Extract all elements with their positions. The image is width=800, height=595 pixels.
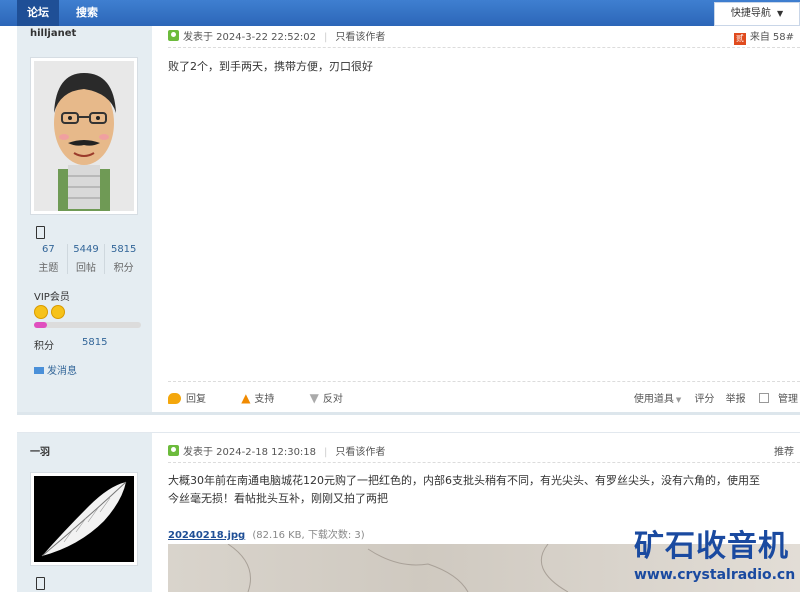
thumbs-down-icon: ▼ <box>309 391 319 405</box>
mobile-icon <box>36 226 45 239</box>
avatar-image <box>34 476 134 562</box>
top-navbar: 论坛 搜索 快捷导航 ▼ <box>0 0 800 26</box>
use-tools-menu[interactable]: 使用道具 ▼ <box>634 394 681 405</box>
stat-threads[interactable]: 67 主题 <box>30 244 68 274</box>
mobile-source-icon: 贰 <box>733 33 746 45</box>
post1-meta: 发表于 2024-3-22 22:52:02 | 只看该作者 <box>168 28 385 43</box>
post1-floor-info: 贰来自 58# <box>733 32 794 45</box>
smiley-icon <box>51 305 66 319</box>
level-progress-fill <box>34 322 47 328</box>
nav-search[interactable]: 搜索 <box>66 0 108 26</box>
points-value[interactable]: 5815 <box>82 337 107 348</box>
send-message-link[interactable]: 发消息 <box>34 362 77 377</box>
post1-user-stats: 67 主题 5449 回帖 5815 积分 <box>30 244 142 274</box>
reply-button[interactable]: 回复 <box>168 393 222 405</box>
post2-only-author-link[interactable]: 只看该作者 <box>335 447 385 458</box>
quick-nav-label: 快捷导航 <box>730 8 771 19</box>
nav-forum[interactable]: 论坛 <box>17 0 59 26</box>
post1-tools: 使用道具 ▼ 评分 举报 管理 <box>634 390 798 405</box>
report-link[interactable]: 举报 <box>726 394 746 405</box>
watermark-url: www.crystalradio.cn <box>634 567 796 583</box>
manage-link[interactable]: 管理 <box>778 394 798 405</box>
watermark-title: 矿石收音机 <box>634 529 789 564</box>
post2-meta: 发表于 2024-2-18 12:30:18 | 只看该作者 <box>168 443 385 458</box>
post1-username[interactable]: hilljanet <box>30 28 76 39</box>
online-status-icon <box>168 445 179 456</box>
chevron-down-icon: ▼ <box>675 396 682 404</box>
post-divider <box>17 412 800 432</box>
post1-actions: 回复 ▲ 支持 ▼ 反对 <box>168 390 375 405</box>
stat-replies[interactable]: 5449 回帖 <box>68 244 106 274</box>
post1-avatar[interactable] <box>30 57 138 215</box>
post1-time: 发表于 2024-3-22 22:52:02 <box>183 32 317 43</box>
stat-points[interactable]: 5815 积分 <box>105 244 142 274</box>
post2-recommend-link[interactable]: 推荐 <box>774 443 794 458</box>
attachment-link[interactable]: 20240218.jpg <box>168 530 245 541</box>
points-label: 积分 <box>34 341 54 352</box>
quick-nav-button[interactable]: 快捷导航 ▼ <box>714 2 800 26</box>
post1-floor-number[interactable]: 58# <box>773 32 794 43</box>
manage-checkbox[interactable] <box>758 393 769 403</box>
post2-content: 大概30年前在南通电脑城花120元购了一把红色的，内部6支批头稍有不同，有光尖头… <box>168 474 760 505</box>
post2-username[interactable]: 一羽 <box>30 443 50 458</box>
reply-icon <box>168 393 181 404</box>
attachment-info: (82.16 KB, 下载次数: 3) <box>252 530 365 541</box>
mobile-icon <box>36 577 45 590</box>
post1-content: 败了2个，到手两天，携带方便，刃口很好 <box>168 60 373 73</box>
thumbs-up-icon: ▲ <box>241 391 251 405</box>
avatar-image <box>34 61 134 211</box>
level-progress-bar <box>34 322 141 328</box>
group-medal-icons <box>34 305 66 322</box>
rate-link[interactable]: 评分 <box>694 394 714 405</box>
oppose-button[interactable]: ▼ 反对 <box>309 391 359 405</box>
smiley-icon <box>34 305 48 319</box>
chevron-down-icon: ▼ <box>777 9 784 18</box>
envelope-icon <box>34 367 44 374</box>
support-button[interactable]: ▲ 支持 <box>241 391 290 405</box>
post1-only-author-link[interactable]: 只看该作者 <box>335 32 385 43</box>
user-group[interactable]: VIP会员 <box>34 288 70 303</box>
online-status-icon <box>168 30 179 41</box>
post2-avatar[interactable] <box>30 472 138 566</box>
post2-time: 发表于 2024-2-18 12:30:18 <box>183 447 317 458</box>
post2-attachment: 20240218.jpg (82.16 KB, 下载次数: 3) <box>168 526 365 541</box>
